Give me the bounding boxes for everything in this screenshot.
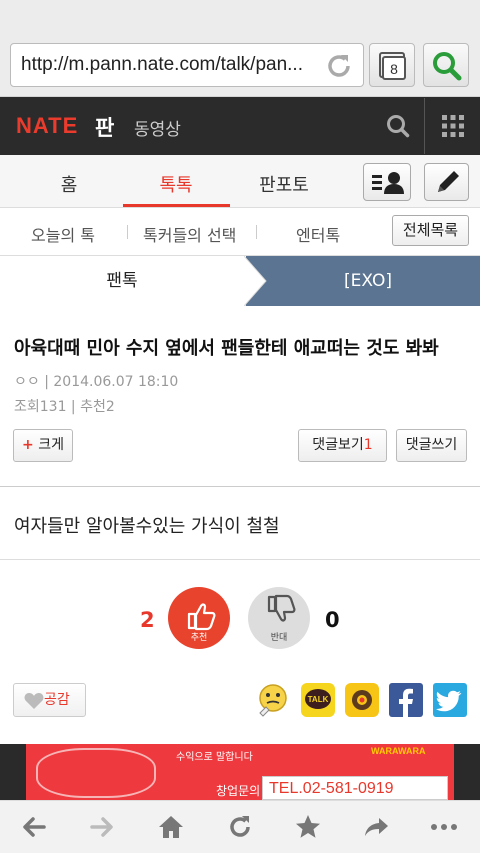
post-body: 여자들만 알아볼수있는 가식이 철철 xyxy=(14,516,280,537)
all-list-button[interactable]: 전체목록 xyxy=(392,215,469,246)
tab-talk[interactable]: 톡톡 xyxy=(126,171,226,197)
heart-icon xyxy=(24,693,44,709)
oppose-count: 0 xyxy=(325,608,340,632)
active-tab-indicator xyxy=(123,204,230,207)
view-comments-button[interactable]: 댓글보기1 xyxy=(298,429,387,462)
divider xyxy=(256,225,257,239)
post-title: 아육대때 민아 수지 옆에서 팬들한테 애교떠는 것도 봐봐 xyxy=(14,338,439,359)
post-meta: ㅇㅇ | 2014.06.07 18:10 xyxy=(14,374,179,390)
tab-home[interactable]: 홈 xyxy=(19,171,119,197)
plus-icon: + xyxy=(22,437,34,453)
pencil-icon xyxy=(438,171,459,192)
kakaotalk-icon[interactable]: TALK xyxy=(301,683,335,717)
write-button[interactable] xyxy=(424,163,469,201)
kakaotalk-label: TALK xyxy=(308,695,329,704)
category-exo[interactable]: [EXO] xyxy=(246,256,480,306)
user-list-icon xyxy=(372,172,404,194)
menu-grid-icon[interactable] xyxy=(441,114,465,138)
url-field[interactable]: http://m.pann.nate.com/talk/pan... xyxy=(10,43,364,87)
comment-count: 1 xyxy=(363,437,373,453)
divider xyxy=(127,225,128,239)
share-icon[interactable] xyxy=(362,813,390,841)
recommend-label: 추천 xyxy=(191,632,208,643)
subnav-enter-talk[interactable]: 엔터톡 xyxy=(296,222,340,246)
ad-phone-box: TEL.02-581-0919 xyxy=(262,776,448,800)
tabs-count: 8 xyxy=(390,61,398,77)
ad-banner[interactable]: 수익으로 말합니다 창업문의 WARAWARA TEL.02-581-0919 xyxy=(26,744,454,800)
header-divider xyxy=(424,98,425,154)
search-icon[interactable] xyxy=(385,113,411,139)
ad-brand: WARAWARA xyxy=(371,746,426,756)
forward-arrow-icon[interactable] xyxy=(88,813,116,841)
my-page-button[interactable] xyxy=(363,163,411,201)
twitter-icon[interactable] xyxy=(433,683,467,717)
breadcrumb-arrow xyxy=(244,256,267,306)
kakaostory-icon[interactable] xyxy=(345,683,379,717)
ad-line1: 수익으로 말합니다 xyxy=(176,752,253,763)
ad-phone: TEL.02-581-0919 xyxy=(269,780,394,797)
subnav-talkers-choice[interactable]: 톡커들의 선택 xyxy=(143,222,236,246)
divider xyxy=(0,559,480,560)
oppose-label: 반대 xyxy=(271,632,288,643)
write-comment-button[interactable]: 댓글쓰기 xyxy=(396,429,467,462)
tabs-button[interactable]: 8 xyxy=(369,43,415,87)
divider xyxy=(0,486,480,487)
tabs-icon: 8 xyxy=(379,52,406,80)
tab-pann-photo[interactable]: 판포토 xyxy=(234,171,334,197)
view-comments-label: 댓글보기 xyxy=(312,437,364,453)
refresh-icon[interactable] xyxy=(226,813,254,841)
recommend-count: 2 xyxy=(140,608,155,632)
post-stats: 조회131 | 추천2 xyxy=(14,399,115,415)
category-fan-talk[interactable]: 팬톡 xyxy=(0,256,244,306)
enlarge-button[interactable]: + 크게 xyxy=(13,429,73,462)
reload-icon[interactable] xyxy=(324,51,354,81)
search-icon xyxy=(433,52,462,81)
home-icon[interactable] xyxy=(157,813,185,841)
enlarge-label: 크게 xyxy=(38,437,64,453)
facebook-icon[interactable] xyxy=(389,683,423,717)
nate-logo[interactable]: NATE xyxy=(16,113,78,139)
empathy-button[interactable]: 공감 xyxy=(13,683,86,717)
empathy-label: 공감 xyxy=(44,692,70,708)
search-button[interactable] xyxy=(423,43,469,87)
thumbs-up-icon: 추천 xyxy=(187,603,216,643)
emoticon-icon[interactable] xyxy=(256,683,290,717)
recommend-button[interactable]: 추천 xyxy=(168,587,230,649)
oppose-button[interactable]: 반대 xyxy=(248,587,310,649)
ad-doodle xyxy=(36,748,156,798)
thumbs-down-icon: 반대 xyxy=(267,594,296,643)
back-arrow-icon[interactable] xyxy=(20,813,48,841)
pann-logo[interactable]: 판 xyxy=(95,112,114,142)
video-link[interactable]: 동영상 xyxy=(134,115,181,140)
more-icon[interactable] xyxy=(430,813,458,841)
subnav-today[interactable]: 오늘의 톡 xyxy=(31,222,95,246)
bookmark-star-icon[interactable] xyxy=(294,813,322,841)
ad-inquiry: 창업문의 xyxy=(216,784,261,798)
